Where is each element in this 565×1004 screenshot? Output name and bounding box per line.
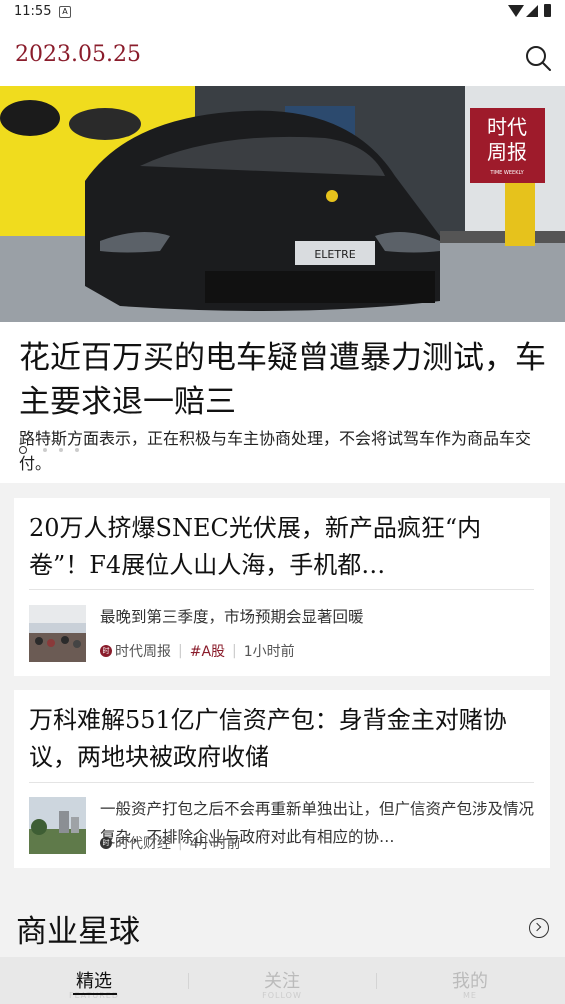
article-card[interactable]: 20万人挤爆SNEC光伏展，新产品疯狂“内卷”！F4展位人山人海，手机都… 最晚…	[14, 498, 550, 676]
divider	[29, 589, 534, 590]
battery-icon	[544, 4, 551, 17]
article-source[interactable]: 时代周报	[115, 641, 171, 661]
tab-label: 精选	[76, 971, 112, 992]
section-title: 商业星球	[16, 914, 140, 950]
badge-line-3: TIME WEEKLY	[489, 170, 524, 176]
bottom-tab-bar: 精选 FEATURED 关注 FOLLOW 我的 ME	[0, 957, 565, 1004]
chevron-right-icon[interactable]	[529, 918, 549, 938]
article-tag[interactable]: #A股	[190, 641, 225, 661]
article-time: 1小时前	[243, 644, 295, 660]
tab-active-indicator	[73, 993, 117, 995]
article-meta: 时 时代周报 | #A股 | 1小时前	[100, 641, 295, 661]
app-header: 2023.05.25	[0, 24, 565, 86]
notification-icon: A	[59, 6, 71, 18]
article-summary: 最晚到第三季度，市场预期会显著回暖	[100, 608, 364, 626]
search-icon[interactable]	[524, 44, 552, 72]
tab-sublabel: ME	[463, 991, 477, 1000]
page-date: 2023.05.25	[15, 42, 141, 67]
hero-description: 路特斯方面表示，正在积极与车主协商处理，不会将试驾车作为商品车交付。	[19, 429, 532, 473]
tab-sublabel: FOLLOW	[262, 991, 302, 1000]
tab-label: 关注	[264, 971, 300, 992]
tab-follow[interactable]: 关注 FOLLOW	[188, 957, 376, 1004]
badge-line-1: 时代	[487, 115, 527, 139]
article-time: 4小时前	[189, 836, 241, 852]
status-time: 11:55	[14, 4, 52, 19]
badge-line-2: 周报	[487, 140, 527, 164]
divider	[29, 782, 534, 783]
tab-me[interactable]: 我的 ME	[376, 957, 564, 1004]
article-meta: 时 时代财经 | 4小时前	[100, 833, 241, 853]
source-logo-icon: 时	[100, 645, 112, 657]
article-card[interactable]: 万科难解551亿广信资产包：身背金主对赌协议，两地块被政府收储 一般资产打包之后…	[14, 690, 550, 868]
article-thumbnail[interactable]	[29, 797, 86, 854]
status-bar: 11:55 A	[0, 0, 565, 24]
hero-title[interactable]: 花近百万买的电车疑曾遭暴力测试，车主要求退一赔三	[19, 336, 549, 424]
plate-text: ELETRE	[314, 248, 355, 261]
article-source[interactable]: 时代财经	[115, 833, 171, 853]
wifi-icon	[508, 5, 524, 17]
tab-label: 我的	[452, 971, 488, 992]
signal-icon	[526, 5, 538, 17]
source-logo-icon: 时	[100, 837, 112, 849]
hero-article[interactable]: ELETRE 时代 周报 TIME WEEKLY 花近百万买的电车疑曾遭暴力测试…	[0, 86, 565, 483]
hero-image[interactable]: ELETRE 时代 周报 TIME WEEKLY	[0, 86, 565, 322]
article-title[interactable]: 20万人挤爆SNEC光伏展，新产品疯狂“内卷”！F4展位人山人海，手机都…	[29, 510, 529, 584]
article-title[interactable]: 万科难解551亿广信资产包：身背金主对赌协议，两地块被政府收储	[29, 702, 529, 776]
tab-featured[interactable]: 精选 FEATURED	[0, 957, 188, 1004]
article-thumbnail[interactable]	[29, 605, 86, 662]
